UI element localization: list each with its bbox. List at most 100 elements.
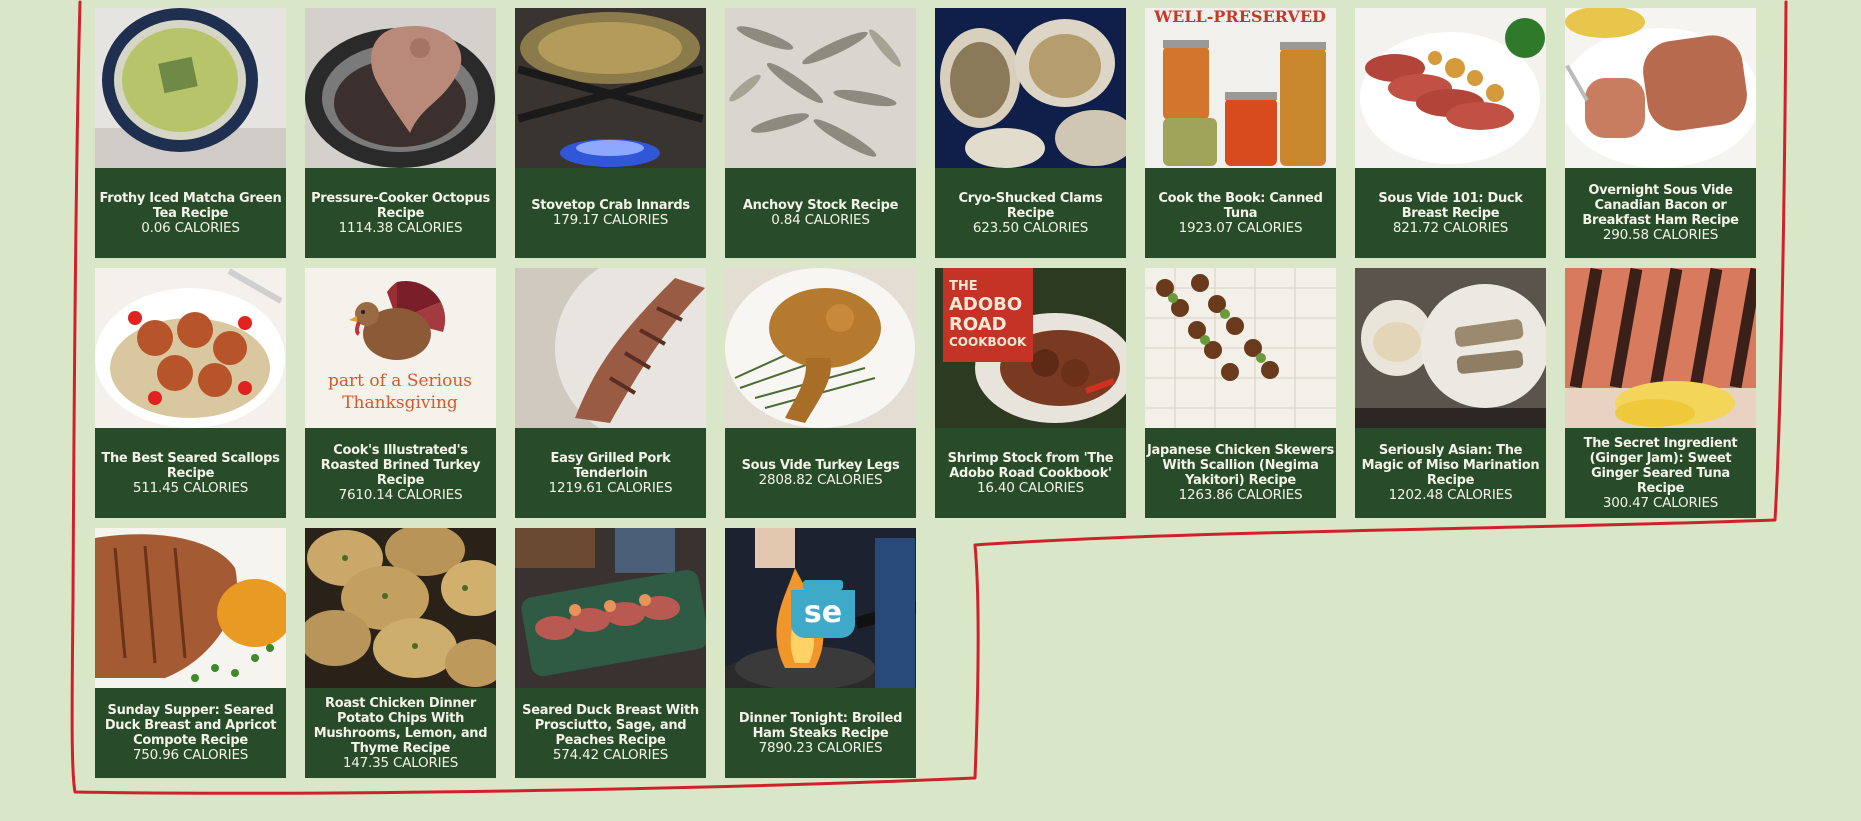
recipe-card[interactable]: Japanese Chicken Skewers With Scallion (…: [1145, 268, 1336, 518]
recipe-calories: 511.45 CALORIES: [132, 479, 249, 496]
recipe-caption: Cook's Illustrated's Roasted Brined Turk…: [305, 428, 496, 518]
recipe-title[interactable]: Stovetop Crab Innards: [531, 198, 690, 213]
recipe-caption: Sous Vide 101: Duck Breast Recipe 821.72 …: [1355, 168, 1546, 258]
recipe-calories: 179.17 CALORIES: [552, 212, 669, 228]
recipe-card[interactable]: Sous Vide Turkey Legs 2808.82 CALORIES: [725, 268, 916, 518]
recipe-card[interactable]: Stovetop Crab Innards 179.17 CALORIES: [515, 8, 706, 258]
recipe-title[interactable]: Frothy Iced Matcha Green Tea Recipe: [97, 191, 284, 221]
recipe-caption: Japanese Chicken Skewers With Scallion (…: [1145, 428, 1336, 518]
recipe-calories: 1923.07 CALORIES: [1178, 219, 1303, 236]
recipe-caption: Pressure-Cooker Octopus Recipe 1114.38 CA…: [305, 168, 496, 258]
recipe-photo[interactable]: [1355, 268, 1546, 428]
recipe-card[interactable]: part of a Serious Thanksgiving Cook's Illu…: [305, 268, 496, 518]
recipe-calories: 16.40 CALORIES: [977, 479, 1084, 496]
recipe-title[interactable]: Cook's Illustrated's Roasted Brined Turk…: [307, 443, 494, 488]
recipe-card[interactable]: Sous Vide 101: Duck Breast Recipe 821.72 …: [1355, 8, 1546, 258]
recipe-title[interactable]: Overnight Sous Vide Canadian Bacon or Br…: [1567, 183, 1754, 228]
recipe-calories: 623.50 CALORIES: [972, 219, 1089, 236]
recipe-calories: 290.58 CALORIES: [1602, 227, 1719, 243]
recipe-caption: Sous Vide Turkey Legs 2808.82 CALORIES: [725, 428, 916, 518]
recipe-card[interactable]: Roast Chicken Dinner Potato Chips With M…: [305, 528, 496, 778]
recipe-caption: Overnight Sous Vide Canadian Bacon or Br…: [1565, 168, 1756, 258]
recipe-calories: 1202.48 CALORIES: [1388, 487, 1513, 503]
recipe-calories: 821.72 CALORIES: [1392, 219, 1509, 236]
recipe-photo[interactable]: [1565, 268, 1756, 428]
recipe-title[interactable]: The Best Seared Scallops Recipe: [97, 451, 284, 481]
recipe-card[interactable]: Seriously Asian: The Magic of Miso Marin…: [1355, 268, 1546, 518]
recipe-title[interactable]: Anchovy Stock Recipe: [743, 198, 898, 213]
recipe-caption: Seriously Asian: The Magic of Miso Marin…: [1355, 428, 1546, 518]
recipe-calories: 1219.61 CALORIES: [548, 479, 673, 496]
recipe-card[interactable]: The Secret Ingredient (Ginger Jam): Swee…: [1565, 268, 1756, 518]
recipe-card[interactable]: se Dinner Tonight: Broiled Ham Steaks Rec…: [725, 528, 916, 778]
recipe-title[interactable]: Seriously Asian: The Magic of Miso Marin…: [1357, 443, 1544, 488]
recipe-photo[interactable]: [725, 268, 916, 428]
recipe-title[interactable]: Shrimp Stock from 'The Adobo Road Cookbo…: [937, 451, 1124, 481]
recipe-caption: Stovetop Crab Innards 179.17 CALORIES: [515, 168, 706, 258]
recipe-calories: 300.47 CALORIES: [1602, 494, 1719, 511]
recipe-calories: 7890.23 CALORIES: [758, 739, 883, 756]
recipe-photo[interactable]: [305, 8, 496, 168]
recipe-title[interactable]: Easy Grilled Pork Tenderloin: [517, 451, 704, 481]
svg-text:Thanksgiving: Thanksgiving: [342, 393, 458, 413]
recipe-card[interactable]: Frothy Iced Matcha Green Tea Recipe 0.06 …: [95, 8, 286, 258]
recipe-title[interactable]: Seared Duck Breast With Prosciutto, Sage…: [517, 703, 704, 748]
recipe-photo[interactable]: [1145, 268, 1336, 428]
recipe-calories: 7610.14 CALORIES: [338, 487, 463, 503]
recipe-photo[interactable]: THE ADOBO ROAD COOKBOOK: [935, 268, 1126, 428]
recipe-caption: Cook the Book: Canned Tuna 1923.07 CALORI…: [1145, 168, 1336, 258]
recipe-caption: Frothy Iced Matcha Green Tea Recipe 0.06 …: [95, 168, 286, 258]
recipe-photo[interactable]: [1355, 8, 1546, 168]
recipe-card[interactable]: Pressure-Cooker Octopus Recipe 1114.38 CA…: [305, 8, 496, 258]
recipe-card[interactable]: THE ADOBO ROAD COOKBOOK Shrimp Stock from 'T…: [935, 268, 1126, 518]
recipe-calories: 1263.86 CALORIES: [1178, 487, 1303, 503]
recipe-caption: Anchovy Stock Recipe 0.84 CALORIES: [725, 168, 916, 258]
recipe-photo[interactable]: [1565, 8, 1756, 168]
recipe-caption: Easy Grilled Pork Tenderloin 1219.61 CALO…: [515, 428, 706, 518]
recipe-photo[interactable]: [515, 268, 706, 428]
recipe-caption: Shrimp Stock from 'The Adobo Road Cookbo…: [935, 428, 1126, 518]
recipe-card[interactable]: Overnight Sous Vide Canadian Bacon or Br…: [1565, 8, 1756, 258]
recipe-title[interactable]: The Secret Ingredient (Ginger Jam): Swee…: [1567, 436, 1754, 496]
recipe-card[interactable]: WELL-PRESERVED Cook the Book: Canned Tuna…: [1145, 8, 1336, 258]
recipe-photo[interactable]: se: [725, 528, 916, 688]
svg-text:se: se: [804, 595, 842, 630]
recipe-calories: 1114.38 CALORIES: [338, 219, 463, 236]
recipe-title[interactable]: Roast Chicken Dinner Potato Chips With M…: [307, 696, 494, 756]
recipe-photo[interactable]: WELL-PRESERVED: [1145, 8, 1336, 168]
recipe-photo[interactable]: [95, 528, 286, 688]
recipe-title[interactable]: Sous Vide Turkey Legs: [742, 458, 900, 473]
svg-text:WELL-PRESERVED: WELL-PRESERVED: [1153, 8, 1326, 26]
recipe-caption: Seared Duck Breast With Prosciutto, Sage…: [515, 688, 706, 778]
recipe-title[interactable]: Cook the Book: Canned Tuna: [1147, 191, 1334, 221]
recipe-caption: Roast Chicken Dinner Potato Chips With M…: [305, 688, 496, 778]
recipe-photo[interactable]: [725, 8, 916, 168]
recipe-card[interactable]: Anchovy Stock Recipe 0.84 CALORIES: [725, 8, 916, 258]
recipe-caption: Dinner Tonight: Broiled Ham Steaks Recip…: [725, 688, 916, 778]
recipe-card[interactable]: Seared Duck Breast With Prosciutto, Sage…: [515, 528, 706, 778]
recipe-card[interactable]: Cryo-Shucked Clams Recipe 623.50 CALORIES: [935, 8, 1126, 258]
recipe-caption: The Secret Ingredient (Ginger Jam): Swee…: [1565, 428, 1756, 518]
svg-text:ROAD: ROAD: [949, 314, 1007, 335]
recipe-photo[interactable]: part of a Serious Thanksgiving: [305, 268, 496, 428]
recipe-photo[interactable]: [515, 8, 706, 168]
recipe-calories: 750.96 CALORIES: [132, 747, 249, 763]
recipe-photo[interactable]: [515, 528, 706, 688]
recipe-photo[interactable]: [95, 8, 286, 168]
recipe-title[interactable]: Sunday Supper: Seared Duck Breast and Ap…: [97, 703, 284, 748]
recipe-caption: Sunday Supper: Seared Duck Breast and Ap…: [95, 688, 286, 778]
recipe-photo[interactable]: [305, 528, 496, 688]
recipe-photo[interactable]: [935, 8, 1126, 168]
recipe-title[interactable]: Japanese Chicken Skewers With Scallion (…: [1147, 443, 1334, 488]
recipe-title[interactable]: Pressure-Cooker Octopus Recipe: [307, 191, 494, 221]
recipe-title[interactable]: Cryo-Shucked Clams Recipe: [937, 191, 1124, 221]
recipe-title[interactable]: Sous Vide 101: Duck Breast Recipe: [1357, 191, 1544, 221]
recipe-card[interactable]: Sunday Supper: Seared Duck Breast and Ap…: [95, 528, 286, 778]
recipe-photo[interactable]: [95, 268, 286, 428]
recipe-card[interactable]: The Best Seared Scallops Recipe 511.45 CA…: [95, 268, 286, 518]
recipe-caption: The Best Seared Scallops Recipe 511.45 CA…: [95, 428, 286, 518]
recipe-title[interactable]: Dinner Tonight: Broiled Ham Steaks Recip…: [727, 711, 914, 741]
recipe-card[interactable]: Easy Grilled Pork Tenderloin 1219.61 CALO…: [515, 268, 706, 518]
svg-text:ADOBO: ADOBO: [949, 294, 1022, 315]
svg-text:THE: THE: [949, 279, 978, 294]
